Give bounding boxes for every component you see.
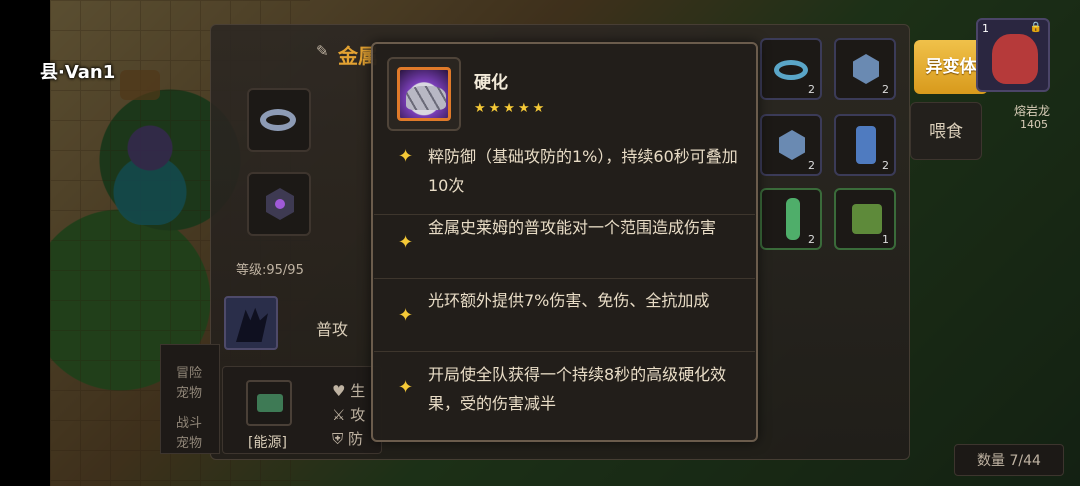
feed-button[interactable]: 喂食 xyxy=(910,102,982,160)
star-bullet-icon: ✦ xyxy=(398,377,414,398)
skill-desc-3: 光环额外提供7%伤害、免伤、全抗加成 xyxy=(428,291,710,310)
stat-hp: ♥ 生 xyxy=(332,382,366,400)
dragon-icon xyxy=(992,34,1038,84)
inventory-slot[interactable]: 2 xyxy=(760,114,822,176)
equip-slot-gem[interactable] xyxy=(247,172,311,236)
inventory-slot[interactable]: 2 xyxy=(834,114,896,176)
star-bullet-icon: ✦ xyxy=(398,232,414,253)
lock-icon: 🔒 xyxy=(1029,22,1042,33)
side-label: 冒险 xyxy=(176,366,203,381)
player-name: 县·Van1 xyxy=(40,62,116,83)
inventory-count: 数量 7/44 xyxy=(954,444,1064,476)
skill-desc-2: 金属史莱姆的普攻能对一个范围造成伤害 xyxy=(428,218,717,237)
level-text: 等级:95/95 xyxy=(236,263,304,278)
side-label: 战斗 xyxy=(176,416,203,431)
skill-stars: ★★★★★ xyxy=(474,101,548,116)
skill-icon-frame xyxy=(387,57,461,131)
inventory-slot[interactable]: 2 xyxy=(760,188,822,250)
equip-slot-ring[interactable] xyxy=(247,88,311,152)
shell-icon xyxy=(397,67,451,121)
stat-def: ⛨ 防 xyxy=(332,430,364,448)
energy-label: [能源] xyxy=(248,435,287,451)
can-icon xyxy=(856,126,876,164)
side-label: 宠物 xyxy=(176,436,203,451)
ring-icon xyxy=(260,109,296,131)
stat-atk: ⚔ 攻 xyxy=(332,406,366,424)
side-label: 宠物 xyxy=(176,386,203,401)
star-bullet-icon: ✦ xyxy=(398,146,414,167)
star-bullet-icon: ✦ xyxy=(398,305,414,326)
gem-icon xyxy=(266,188,294,220)
skill-desc-1: 粹防御（基础攻防的1%），持续60秒可叠加10次 xyxy=(428,147,738,195)
pet-card[interactable]: 1 🔒 xyxy=(976,18,1050,92)
box-icon xyxy=(852,204,882,234)
gem-icon xyxy=(779,130,805,160)
pet-score: 1405 xyxy=(1020,118,1048,131)
energy-slot[interactable] xyxy=(246,380,292,426)
edit-icon[interactable]: ✎ xyxy=(316,42,332,60)
skill-name: 硬化 xyxy=(474,73,508,93)
pet-name: 熔岩龙 xyxy=(1014,104,1051,118)
gem-icon xyxy=(853,54,879,84)
attack-skill-row[interactable]: 普攻 xyxy=(218,292,378,356)
attack-label: 普攻 xyxy=(316,320,349,339)
inventory-slot[interactable]: 1 xyxy=(834,188,896,250)
ring-icon xyxy=(774,60,808,80)
skill-desc-4: 开局使全队获得一个持续8秒的高级硬化效果，受的伤害减半 xyxy=(428,365,727,413)
inventory-slot[interactable]: 2 xyxy=(834,38,896,100)
claw-icon xyxy=(224,296,278,350)
inventory-slot[interactable]: 2 xyxy=(760,38,822,100)
vial-icon xyxy=(786,198,800,240)
